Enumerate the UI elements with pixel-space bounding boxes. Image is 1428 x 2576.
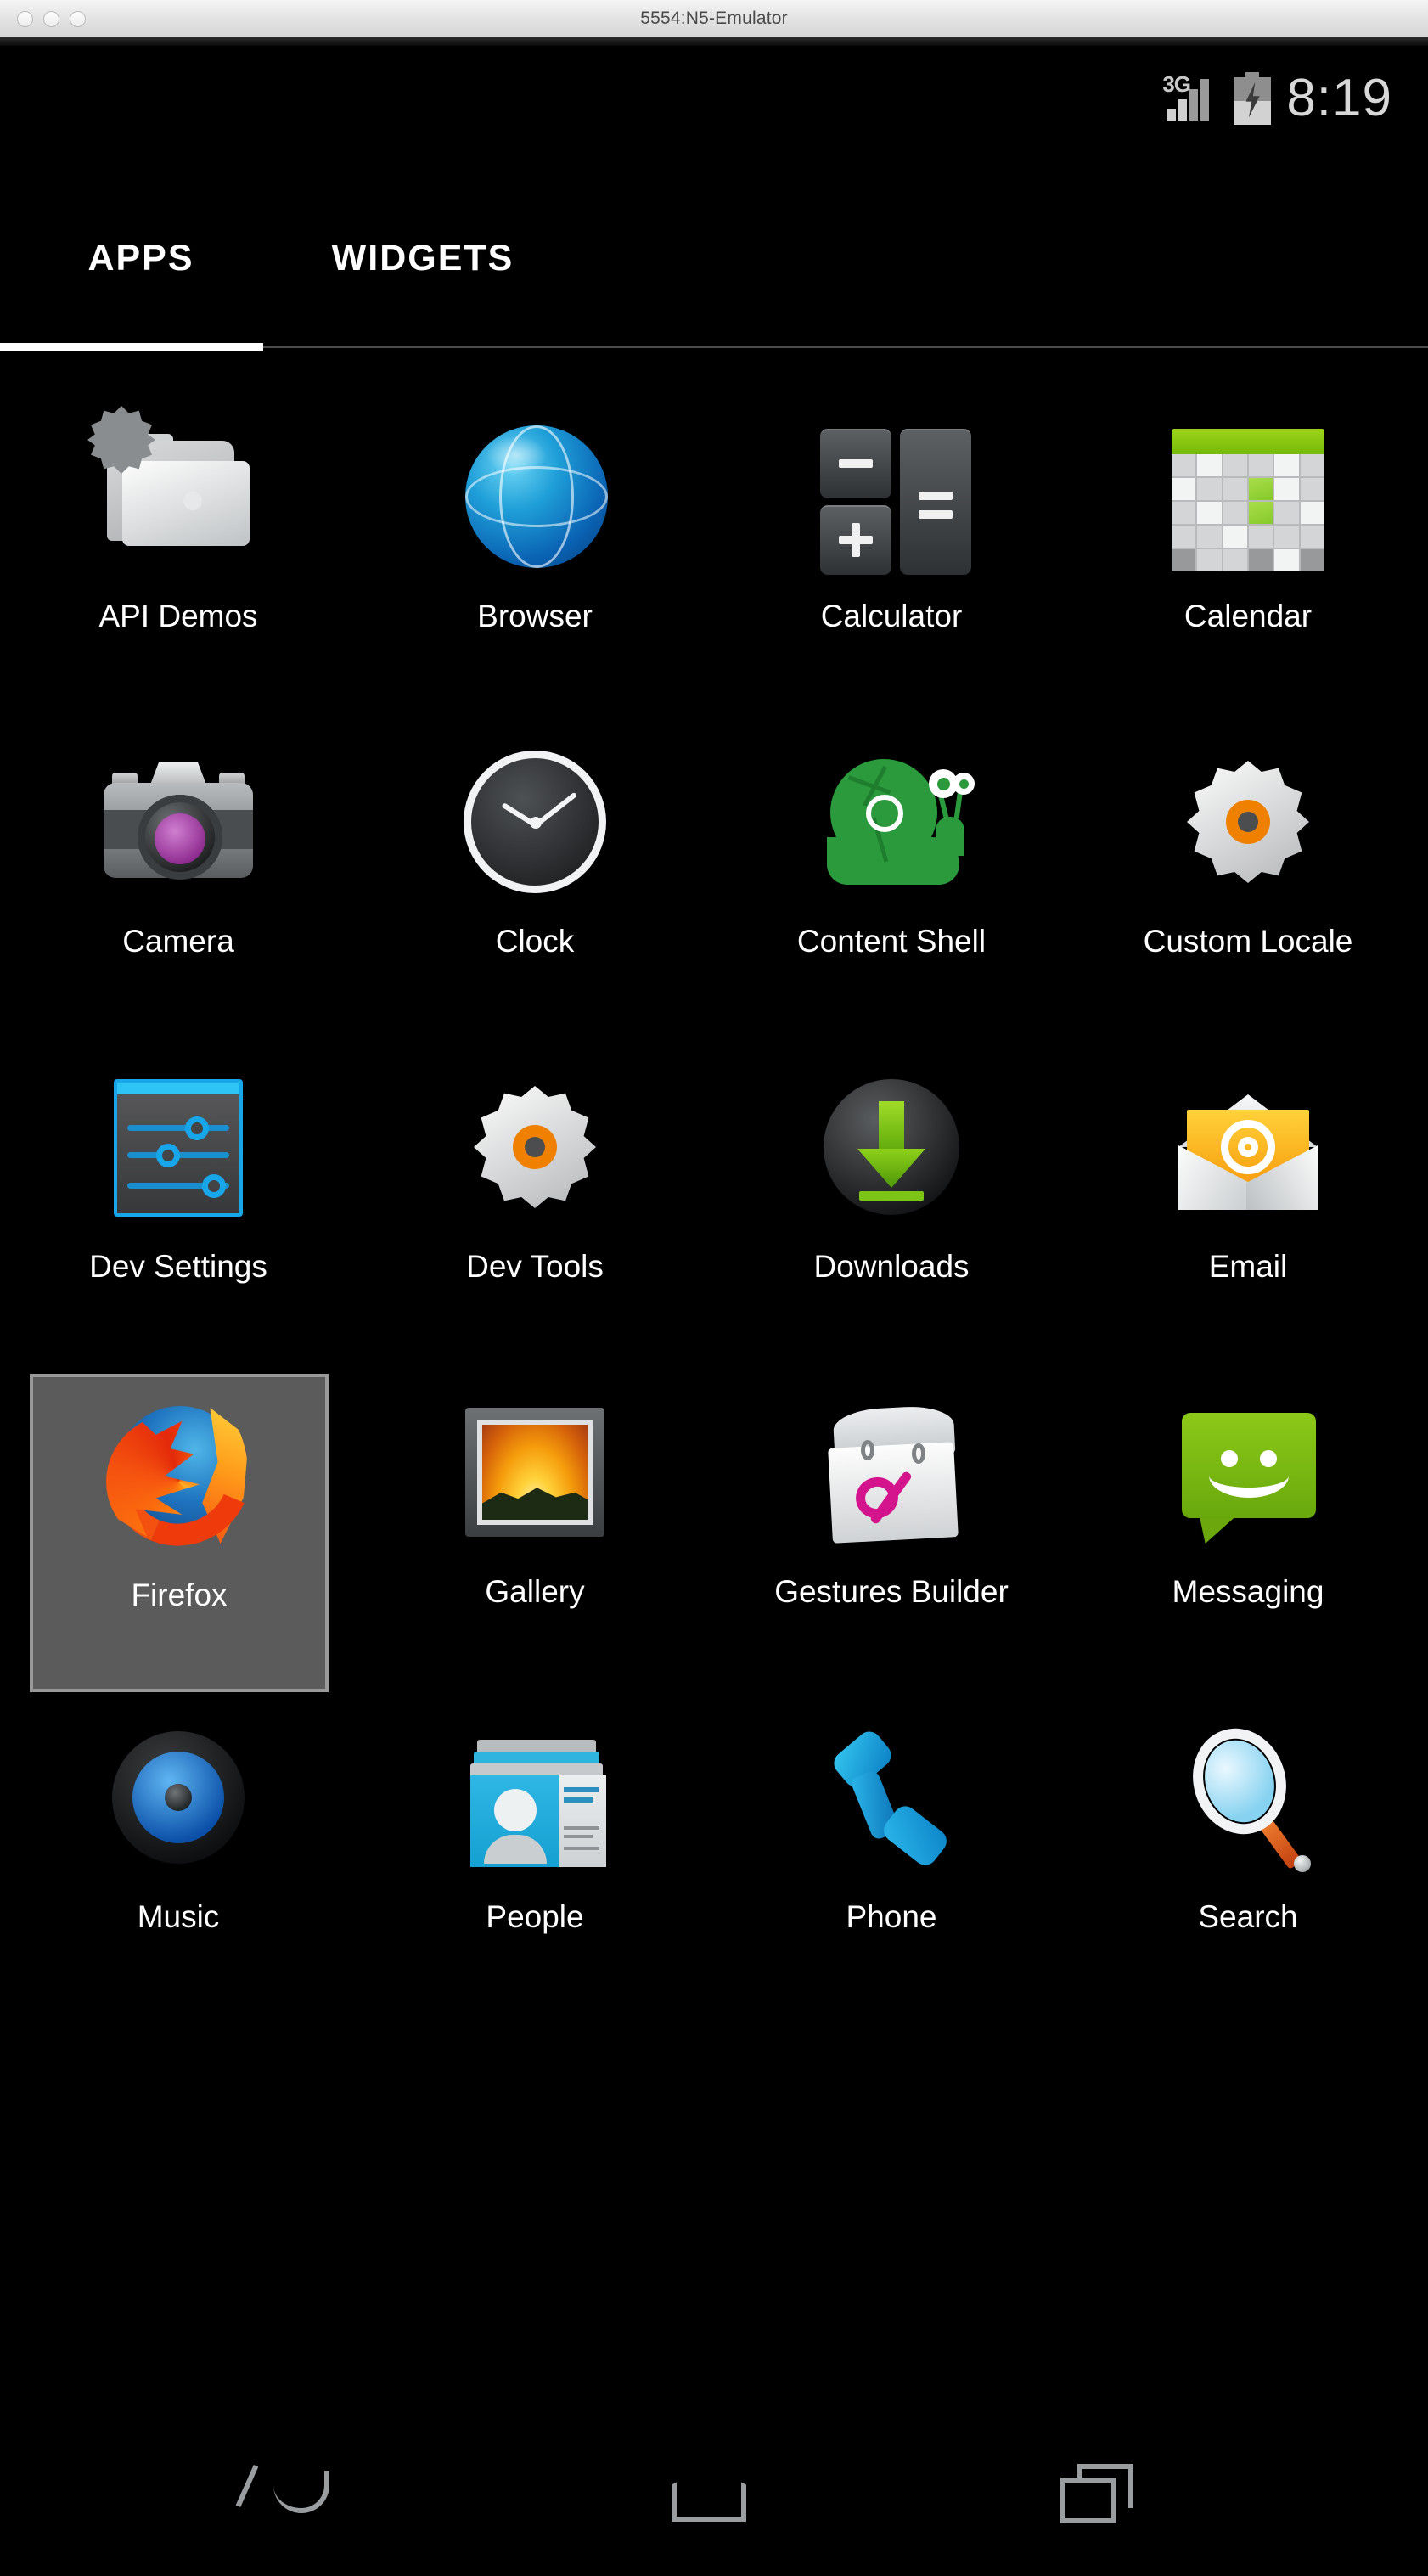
signal-bar-1 xyxy=(1167,108,1177,121)
download-arrow-icon xyxy=(808,1064,975,1230)
app-label: Browser xyxy=(477,599,593,633)
magnifier-icon xyxy=(1165,1714,1331,1881)
app-item-dev-tools[interactable]: Dev Tools xyxy=(386,1049,683,1367)
app-item-email[interactable]: Email xyxy=(1099,1049,1397,1367)
app-item-messaging[interactable]: Messaging xyxy=(1099,1374,1397,1692)
minimize-icon[interactable] xyxy=(43,11,59,27)
app-item-custom-locale[interactable]: Custom Locale xyxy=(1099,723,1397,1042)
notepad-gesture-icon xyxy=(808,1389,975,1555)
zoom-icon[interactable] xyxy=(70,11,86,27)
app-item-search[interactable]: Search xyxy=(1099,1699,1397,2017)
blue-handset-icon xyxy=(808,1714,975,1881)
gear-orange-icon xyxy=(452,1064,618,1230)
traffic-lights[interactable] xyxy=(17,11,86,27)
app-item-gestures-builder[interactable]: Gestures Builder xyxy=(743,1374,1040,1692)
green-smiley-bubble-icon xyxy=(1165,1389,1331,1555)
app-item-music[interactable]: Music xyxy=(30,1699,327,2017)
app-label: Gestures Builder xyxy=(774,1574,1009,1609)
signal-bar-3 xyxy=(1189,88,1199,121)
nav-home-button[interactable] xyxy=(658,2457,760,2534)
app-item-downloads[interactable]: Downloads xyxy=(743,1049,1040,1367)
app-row: Firefox Gallery Gestures Builder Messagi… xyxy=(0,1374,1428,1699)
app-item-browser[interactable]: Browser xyxy=(386,398,683,717)
app-item-camera[interactable]: Camera xyxy=(30,723,327,1042)
folder-gear-icon xyxy=(95,413,261,580)
tab-divider xyxy=(263,346,1428,348)
app-item-phone[interactable]: Phone xyxy=(743,1699,1040,2017)
navigation-bar xyxy=(0,2406,1428,2576)
app-item-gallery[interactable]: Gallery xyxy=(386,1374,683,1692)
analog-clock-icon xyxy=(452,739,618,905)
app-item-people[interactable]: People xyxy=(386,1699,683,2017)
app-label: Search xyxy=(1198,1899,1298,1934)
app-label: Custom Locale xyxy=(1143,924,1353,959)
app-item-api-demos[interactable]: API Demos xyxy=(30,398,327,717)
app-label: Music xyxy=(137,1899,220,1934)
app-item-firefox[interactable]: Firefox xyxy=(30,1374,329,1692)
app-label: Downloads xyxy=(813,1249,970,1284)
app-label: Clock xyxy=(495,924,575,959)
app-label: Email xyxy=(1208,1249,1288,1284)
firefox-icon xyxy=(89,1389,271,1567)
calendar-grid-icon xyxy=(1165,413,1331,580)
app-label: Camera xyxy=(122,924,234,959)
tab-widgets[interactable]: WIDGETS xyxy=(282,173,564,343)
tab-active-indicator xyxy=(0,343,263,351)
app-grid: API Demos Browser Calculator Calendar Ca… xyxy=(0,398,1428,2024)
app-item-content-shell[interactable]: Content Shell xyxy=(743,723,1040,1042)
network-type-label: 3G xyxy=(1162,70,1191,97)
battery-charging-icon xyxy=(1234,71,1272,125)
app-label: Dev Tools xyxy=(466,1249,604,1284)
app-item-clock[interactable]: Clock xyxy=(386,723,683,1042)
signal-strength-icon: 3G xyxy=(1162,71,1218,124)
status-indicators: 3G 8:19 xyxy=(1162,68,1392,128)
contact-card-icon xyxy=(452,1714,618,1881)
gear-orange-icon xyxy=(1165,739,1331,905)
app-label: People xyxy=(486,1899,584,1934)
window-titlebar: 5554:N5-Emulator xyxy=(0,0,1428,37)
close-icon[interactable] xyxy=(17,11,33,27)
nav-recents-button[interactable] xyxy=(1049,2457,1150,2534)
app-label: Calendar xyxy=(1183,599,1313,633)
titlebar-shadow xyxy=(0,37,1428,46)
app-row: Camera Clock Content Shell Custom Locale xyxy=(0,723,1428,1049)
status-clock: 8:19 xyxy=(1286,69,1392,127)
app-row: Dev Settings Dev Tools Downloads Email xyxy=(0,1049,1428,1374)
app-label: API Demos xyxy=(98,599,258,633)
speaker-icon xyxy=(95,1714,261,1881)
envelope-at-icon xyxy=(1165,1064,1331,1230)
app-row: API Demos Browser Calculator Calendar xyxy=(0,398,1428,723)
camera-icon xyxy=(95,739,261,905)
app-label: Content Shell xyxy=(796,924,987,959)
app-label: Dev Settings xyxy=(89,1249,267,1284)
app-item-calendar[interactable]: Calendar xyxy=(1099,398,1397,717)
tab-apps[interactable]: APPS xyxy=(0,173,282,343)
green-snail-icon xyxy=(808,739,975,905)
sliders-panel-icon xyxy=(95,1064,261,1230)
app-label: Phone xyxy=(846,1899,937,1934)
nav-back-button[interactable] xyxy=(263,2457,365,2534)
signal-bar-4 xyxy=(1200,78,1210,121)
recents-square-front xyxy=(1060,2478,1116,2523)
device-screen: 3G 8:19 APPS WIDGETS API Demos Browser C… xyxy=(0,46,1428,2576)
home-pentagon-icon xyxy=(672,2466,746,2522)
app-label: Gallery xyxy=(485,1574,585,1609)
app-item-dev-settings[interactable]: Dev Settings xyxy=(30,1049,327,1367)
tab-bar: APPS WIDGETS xyxy=(0,173,1428,385)
app-label: Firefox xyxy=(131,1578,228,1612)
blue-globe-icon xyxy=(452,413,618,580)
app-item-calculator[interactable]: Calculator xyxy=(743,398,1040,717)
picture-frame-icon xyxy=(452,1389,618,1555)
status-bar: 3G 8:19 xyxy=(0,46,1428,156)
app-row: Music People Phone Search xyxy=(0,1699,1428,2024)
window-title: 5554:N5-Emulator xyxy=(640,8,788,28)
signal-bar-2 xyxy=(1178,98,1188,121)
app-label: Calculator xyxy=(820,599,963,633)
app-label: Messaging xyxy=(1172,1574,1324,1609)
calculator-keys-icon xyxy=(808,413,975,580)
back-arrow-icon xyxy=(273,2471,329,2513)
